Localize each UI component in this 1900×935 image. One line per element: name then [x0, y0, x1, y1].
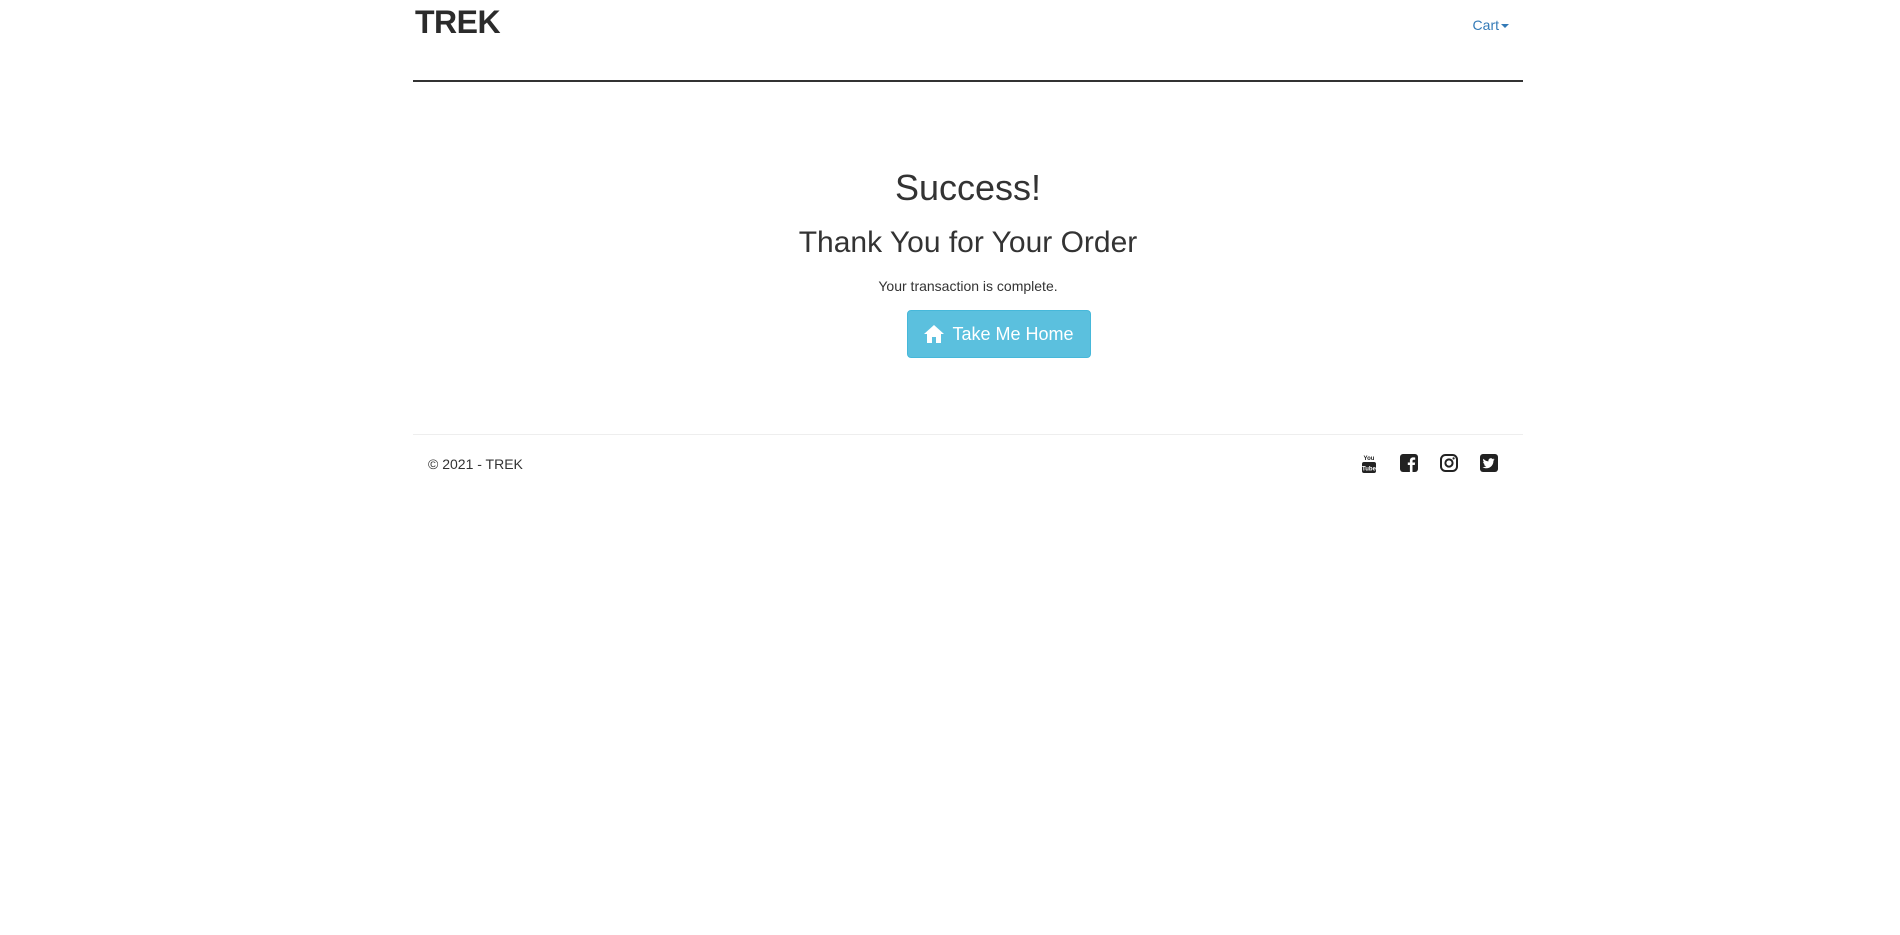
home-icon [924, 325, 945, 343]
facebook-icon[interactable] [1399, 453, 1419, 473]
take-me-home-label: Take Me Home [952, 323, 1074, 344]
svg-text:You: You [1364, 456, 1375, 462]
twitter-icon[interactable] [1479, 453, 1499, 473]
page-container: TREK Cart Success! Thank You for Your Or… [413, 0, 1523, 935]
instagram-icon[interactable] [1439, 453, 1459, 473]
site-header: TREK Cart [413, 0, 1523, 82]
page-title: Success! [894, 167, 1042, 208]
brand-logo-link[interactable]: TREK [415, 3, 501, 41]
cart-label: Cart [1472, 17, 1499, 33]
youtube-icon[interactable]: You Tube [1359, 453, 1379, 473]
take-me-home-button[interactable]: Take Me Home [907, 310, 1091, 358]
caret-down-icon [1501, 24, 1509, 28]
site-footer: © 2021 - TREK You Tube [413, 434, 1523, 495]
social-links: You Tube [1359, 453, 1499, 473]
cart-dropdown-toggle[interactable]: Cart [1473, 16, 1509, 34]
svg-text:Tube: Tube [1362, 467, 1377, 473]
transaction-message: Your transaction is complete. [878, 278, 1058, 294]
page-subtitle: Thank You for Your Order [798, 226, 1138, 259]
copyright-text: © 2021 - TREK [428, 456, 523, 472]
